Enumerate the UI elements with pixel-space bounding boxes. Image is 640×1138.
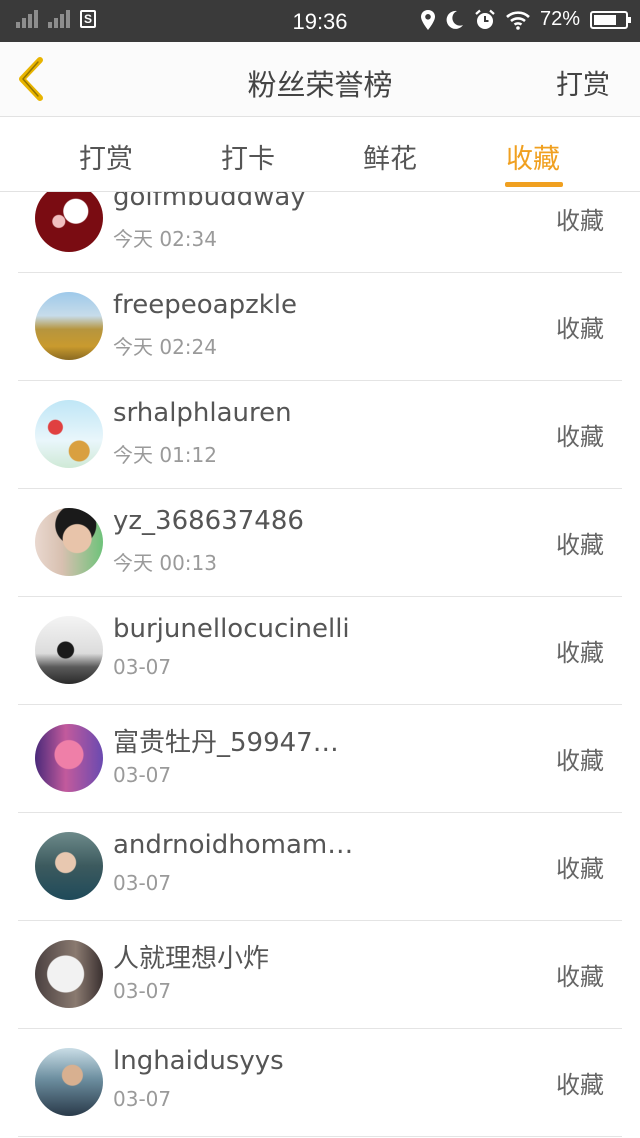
battery-icon	[590, 10, 631, 29]
tab-flowers[interactable]: 鲜花	[320, 137, 460, 176]
item-time: 03-07	[113, 763, 172, 787]
location-icon	[420, 9, 435, 30]
status-bar: S 19:36 72%	[0, 0, 640, 42]
chevron-left-icon	[19, 57, 43, 101]
action-label: 收藏	[556, 1071, 604, 1099]
tab-reward[interactable]: 打赏	[36, 137, 176, 176]
item-time: 今天 02:34	[113, 227, 217, 251]
avatar[interactable]	[35, 400, 103, 468]
user-name: burjunellocucinelli	[113, 614, 350, 644]
avatar[interactable]	[35, 724, 103, 792]
list-item[interactable]: andrnoidhomam… 03-07 收藏	[18, 813, 622, 921]
tab-favorites[interactable]: 收藏	[463, 137, 603, 176]
user-name: freepeoapzkle	[113, 290, 298, 320]
battery-level	[594, 14, 616, 25]
action-label: 收藏	[556, 747, 604, 775]
action-label: 收藏	[556, 315, 604, 343]
list-item[interactable]: freepeoapzkle 今天 02:24 收藏	[18, 273, 622, 381]
action-label: 收藏	[556, 207, 604, 235]
user-name: srhalphlauren	[113, 398, 292, 428]
alarm-icon	[475, 9, 495, 29]
avatar[interactable]	[35, 192, 103, 252]
page-title: 粉丝荣誉榜	[247, 68, 393, 102]
item-time: 03-07	[113, 871, 172, 895]
user-name: golfmbuddway	[113, 192, 306, 212]
tab-checkin[interactable]: 打卡	[178, 137, 318, 176]
user-name: yz_368637486	[113, 506, 304, 536]
wifi-icon	[506, 10, 530, 30]
item-time: 今天 01:12	[113, 443, 217, 467]
avatar[interactable]	[35, 616, 103, 684]
action-label: 收藏	[556, 639, 604, 667]
avatar[interactable]	[35, 1048, 103, 1116]
action-label: 收藏	[556, 423, 604, 451]
user-name: 富贵牡丹_59947…	[113, 728, 339, 758]
avatar[interactable]	[35, 292, 103, 360]
item-time: 03-07	[113, 1087, 172, 1111]
action-label: 收藏	[556, 855, 604, 883]
user-name: lnghaidusyys	[113, 1046, 284, 1076]
back-button[interactable]	[14, 56, 54, 102]
battery-percent: 72%	[539, 8, 580, 30]
item-time: 今天 00:13	[113, 551, 217, 575]
list-item[interactable]: burjunellocucinelli 03-07 收藏	[18, 597, 622, 705]
list-item[interactable]: 富贵牡丹_59947… 03-07 收藏	[18, 705, 622, 813]
list-item[interactable]: 人就理想小炸 03-07 收藏	[18, 921, 622, 1029]
avatar[interactable]	[35, 832, 103, 900]
action-label: 收藏	[556, 963, 604, 991]
tab-bar: 打赏 打卡 鲜花 收藏	[0, 117, 640, 192]
item-time: 今天 02:24	[113, 335, 217, 359]
do-not-disturb-icon	[446, 10, 463, 29]
fan-list[interactable]: golfmbuddway 今天 02:34 收藏 freepeoapzkle 今…	[0, 192, 640, 1138]
item-time: 03-07	[113, 979, 172, 1003]
user-name: 人就理想小炸	[113, 944, 270, 974]
list-item[interactable]: golfmbuddway 今天 02:34 收藏	[18, 192, 622, 273]
status-right: 72%	[420, 8, 631, 31]
avatar[interactable]	[35, 508, 103, 576]
app-header: 粉丝荣誉榜 打赏	[0, 42, 640, 117]
item-time: 03-07	[113, 655, 172, 679]
avatar[interactable]	[35, 940, 103, 1008]
list-item[interactable]: srhalphlauren 今天 01:12 收藏	[18, 381, 622, 489]
list-item[interactable]: lnghaidusyys 03-07 收藏	[18, 1029, 622, 1137]
reward-button[interactable]: 打赏	[556, 63, 610, 102]
list-item[interactable]: yz_368637486 今天 00:13 收藏	[18, 489, 622, 597]
user-name: andrnoidhomam…	[113, 830, 354, 860]
active-tab-indicator	[505, 182, 563, 187]
action-label: 收藏	[556, 531, 604, 559]
